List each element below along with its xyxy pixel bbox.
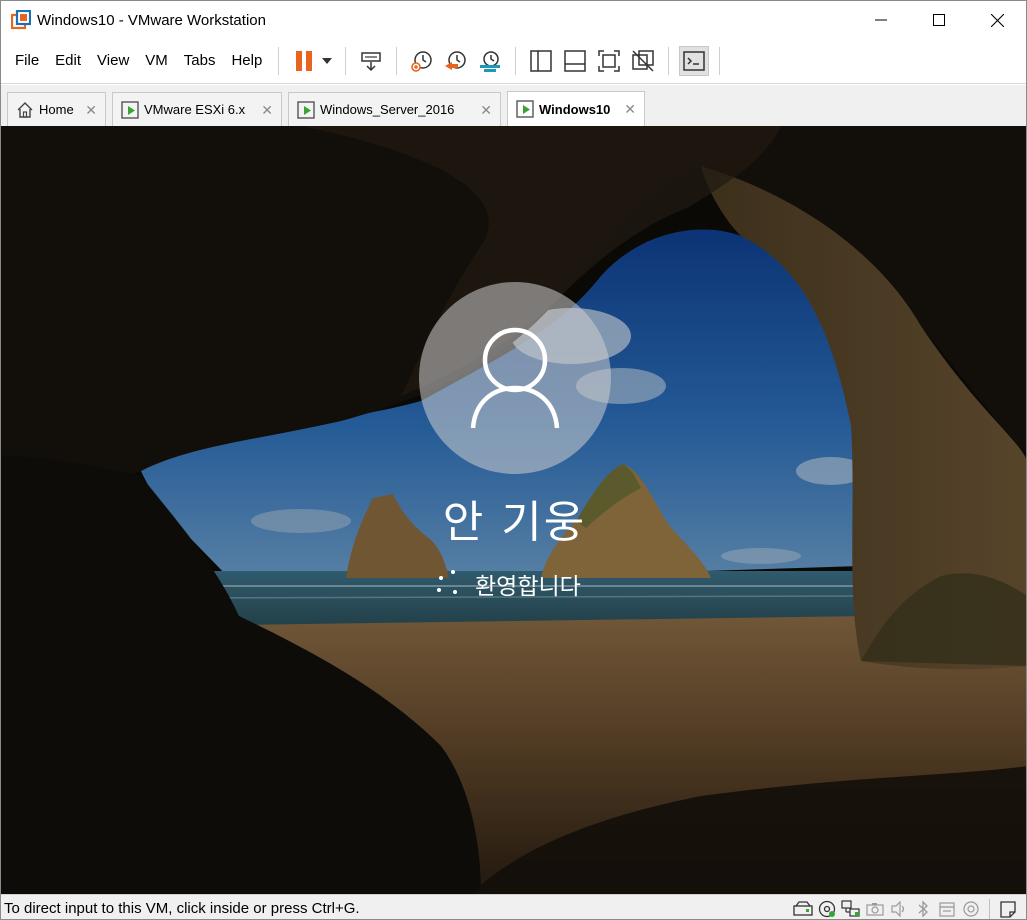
window-title: Windows10 - VMware Workstation xyxy=(37,11,266,29)
toolbar-separator xyxy=(278,47,280,75)
network-adapter-icon[interactable] xyxy=(841,899,861,919)
thumbnail-bar-icon xyxy=(564,50,587,72)
snapshot-manager-button[interactable] xyxy=(475,46,505,76)
full-screen-icon xyxy=(598,50,621,72)
vmware-window: Windows10 - VMware Workstation File Edit… xyxy=(0,0,1027,920)
tab-label: VMware ESXi 6.x xyxy=(144,102,246,117)
menu-help[interactable]: Help xyxy=(223,46,270,76)
maximize-icon xyxy=(933,14,945,26)
tab-close-button[interactable]: ✕ xyxy=(624,101,636,118)
menu-vm[interactable]: VM xyxy=(137,46,176,76)
menu-edit[interactable]: Edit xyxy=(47,46,89,76)
take-snapshot-button[interactable] xyxy=(407,46,437,76)
user-icon xyxy=(470,327,560,429)
vm-console[interactable]: 안 기웅 환영합니다 xyxy=(1,126,1026,894)
tab-home[interactable]: Home ✕ xyxy=(7,92,106,126)
status-bar: To direct input to this VM, click inside… xyxy=(1,894,1026,919)
sound-card-icon[interactable] xyxy=(889,899,909,919)
tab-close-button[interactable]: ✕ xyxy=(480,102,492,119)
welcome-message: 환영합니다 xyxy=(437,567,581,601)
hard-disk-icon[interactable] xyxy=(793,899,813,919)
tab-label: Windows_Server_2016 xyxy=(320,102,455,117)
send-ctrl-alt-del-icon xyxy=(361,52,382,72)
snapshot-manager-icon xyxy=(480,51,501,72)
minimize-button[interactable] xyxy=(852,1,910,39)
tab-label: Windows10 xyxy=(539,101,611,117)
pause-button[interactable] xyxy=(289,46,319,76)
pause-icon xyxy=(296,51,313,71)
library-view-icon xyxy=(530,50,553,72)
menu-tabs[interactable]: Tabs xyxy=(176,46,224,76)
tab-close-button[interactable]: ✕ xyxy=(85,102,97,119)
close-window-button[interactable] xyxy=(968,1,1026,39)
printer-icon[interactable] xyxy=(937,899,957,919)
show-thumbnail-bar-button[interactable] xyxy=(560,46,590,76)
dropdown-arrow-icon xyxy=(322,58,333,64)
user-avatar xyxy=(419,282,611,474)
toolbar-separator xyxy=(719,47,721,75)
unity-button[interactable] xyxy=(628,46,658,76)
bluetooth-icon[interactable] xyxy=(913,899,933,919)
tab-label: Home xyxy=(39,102,74,117)
full-screen-button[interactable] xyxy=(594,46,624,76)
maximize-button[interactable] xyxy=(910,1,968,39)
minimize-icon xyxy=(875,19,887,21)
status-text: To direct input to this VM, click inside… xyxy=(4,899,360,917)
vm-running-icon xyxy=(121,100,139,119)
display-icon[interactable] xyxy=(961,899,981,919)
home-icon xyxy=(16,101,34,119)
tab-close-button[interactable]: ✕ xyxy=(261,102,273,119)
user-name: 안 기웅 xyxy=(442,497,587,548)
unity-icon xyxy=(632,50,655,72)
toolbar-separator xyxy=(515,47,517,75)
tab-vmware-esxi[interactable]: VMware ESXi 6.x ✕ xyxy=(112,92,282,126)
power-dropdown-button[interactable] xyxy=(319,46,335,76)
toolbar-separator xyxy=(668,47,670,75)
revert-snapshot-button[interactable] xyxy=(441,46,471,76)
cd-dvd-icon[interactable] xyxy=(817,899,837,919)
message-log-icon[interactable] xyxy=(998,899,1018,919)
welcome-text: 환영합니다 xyxy=(475,574,581,600)
menu-toolbar: File Edit View VM Tabs Help xyxy=(1,39,1026,84)
toolbar-separator xyxy=(396,47,398,75)
console-view-button[interactable] xyxy=(679,46,710,76)
vm-running-icon xyxy=(297,100,315,119)
send-ctrl-alt-del-button[interactable] xyxy=(356,46,386,76)
camera-icon[interactable] xyxy=(865,899,885,919)
toolbar-separator xyxy=(345,47,347,75)
status-separator xyxy=(989,898,990,919)
revert-snapshot-icon xyxy=(445,51,467,70)
show-library-button[interactable] xyxy=(526,46,556,76)
loading-spinner-icon xyxy=(437,570,465,598)
tab-windows10[interactable]: Windows10 ✕ xyxy=(507,91,645,126)
tab-bar: Home ✕ VMware ESXi 6.x ✕ Windows_Server_… xyxy=(1,85,1026,126)
vmware-app-icon xyxy=(10,9,32,30)
vm-running-icon xyxy=(516,100,534,118)
device-status-icons xyxy=(791,895,1026,919)
title-bar: Windows10 - VMware Workstation xyxy=(1,1,1026,39)
snapshot-icon xyxy=(411,51,433,72)
menu-view[interactable]: View xyxy=(89,46,137,76)
close-icon xyxy=(990,13,1004,27)
console-view-icon xyxy=(683,51,706,71)
menu-file[interactable]: File xyxy=(7,46,47,76)
tab-windows-server-2016[interactable]: Windows_Server_2016 ✕ xyxy=(288,92,501,126)
